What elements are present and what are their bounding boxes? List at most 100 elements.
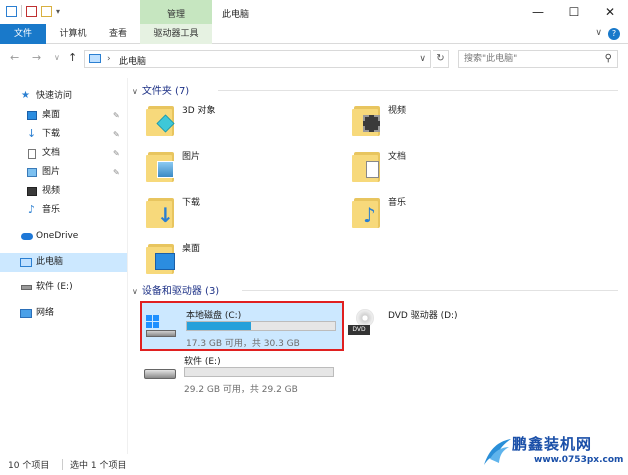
download-icon: ↓ xyxy=(146,196,178,228)
sidebar-item-onedrive[interactable]: OneDrive xyxy=(0,227,127,246)
computer-icon xyxy=(89,54,101,63)
search-input[interactable] xyxy=(459,51,589,67)
ribbon-tabs: 文件 计算机 查看 驱动器工具 ∨ ? xyxy=(0,24,628,44)
group-header-devices[interactable]: ∨ 设备和驱动器 (3) xyxy=(132,282,219,298)
pin-icon[interactable]: ✎ xyxy=(113,125,120,144)
sidebar-item-label: 下载 xyxy=(42,129,61,139)
collapse-ribbon-icon[interactable]: ∨ xyxy=(595,28,602,38)
folder-name: 3D 对象 xyxy=(182,106,216,116)
drive-e[interactable]: 软件 (E:) 29.2 GB 可用，共 29.2 GB xyxy=(140,349,344,399)
search-box[interactable]: ⚲ xyxy=(458,50,618,68)
chevron-down-icon[interactable]: ∨ xyxy=(132,87,138,96)
group-divider xyxy=(218,90,618,91)
tab-file[interactable]: 文件 xyxy=(0,24,46,44)
watermark-logo: 鹏鑫装机网 www.0753px.com xyxy=(482,433,628,473)
folder-desktop[interactable]: 桌面 xyxy=(146,238,326,282)
drive-c[interactable]: 本地磁盘 (C:) 17.3 GB 可用，共 30.3 GB xyxy=(140,301,344,351)
drive-d[interactable]: DVD DVD 驱动器 (D:) xyxy=(344,303,544,353)
bird-logo-icon xyxy=(484,439,511,465)
sidebar-item-downloads[interactable]: ↓ 下载 ✎ xyxy=(0,125,127,144)
star-icon: ★ xyxy=(21,90,30,101)
sidebar-item-label: 图片 xyxy=(42,167,61,177)
address-bar[interactable]: › 此电脑 ∨ xyxy=(84,50,431,68)
new-folder-icon[interactable] xyxy=(41,5,52,17)
drive-usage-bar xyxy=(184,367,334,377)
window-title: 此电脑 xyxy=(222,10,250,20)
drive-name: 本地磁盘 (C:) xyxy=(186,311,242,321)
pin-icon[interactable]: ✎ xyxy=(113,106,120,125)
drive-icon xyxy=(21,285,32,290)
recent-locations-button[interactable]: ∨ xyxy=(54,53,60,62)
sidebar-item-videos[interactable]: 视频 xyxy=(0,182,127,201)
dvd-drive-icon: DVD xyxy=(348,309,380,337)
quick-access-toolbar: ▾ xyxy=(6,5,60,17)
tab-drive-tools[interactable]: 驱动器工具 xyxy=(140,24,212,44)
desktop-icon xyxy=(27,111,37,120)
computer-icon xyxy=(20,258,32,267)
selection-count: 选中 1 个项目 xyxy=(70,461,127,471)
breadcrumb-separator[interactable]: › xyxy=(107,54,111,64)
breadcrumb[interactable]: 此电脑 xyxy=(119,54,146,67)
up-button[interactable]: ↑ xyxy=(68,51,77,64)
sidebar-item-documents[interactable]: 文档 ✎ xyxy=(0,144,127,163)
back-button[interactable]: ← xyxy=(10,51,19,64)
sidebar-item-label: 此电脑 xyxy=(36,257,64,267)
folder-documents[interactable]: 文档 xyxy=(352,146,532,190)
picture-icon xyxy=(27,168,37,177)
drive-icon xyxy=(144,361,176,383)
forward-button[interactable]: → xyxy=(32,51,41,64)
sidebar-item-label: OneDrive xyxy=(36,231,79,241)
sidebar-item-label: 桌面 xyxy=(42,110,61,120)
minimize-button[interactable]: — xyxy=(520,0,556,24)
video-icon xyxy=(27,187,37,196)
pin-icon[interactable]: ✎ xyxy=(113,163,120,182)
address-dropdown-icon[interactable]: ∨ xyxy=(419,54,426,64)
network-icon xyxy=(20,309,32,318)
chevron-down-icon[interactable]: ∨ xyxy=(132,287,138,296)
checkbox-icon[interactable] xyxy=(26,5,37,17)
watermark-brand: 鹏鑫装机网 xyxy=(512,435,593,453)
windows-drive-icon xyxy=(146,315,178,337)
folder-3d-objects[interactable]: 3D 对象 xyxy=(146,100,326,144)
tab-computer[interactable]: 计算机 xyxy=(50,24,96,44)
tab-view[interactable]: 查看 xyxy=(98,24,138,44)
search-icon[interactable]: ⚲ xyxy=(605,53,612,64)
drive-free-space: 29.2 GB 可用，共 29.2 GB xyxy=(184,385,298,395)
sidebar-item-network[interactable]: 网络 xyxy=(0,304,127,323)
customize-toolbar-icon[interactable]: ▾ xyxy=(56,7,60,16)
sidebar-item-label: 音乐 xyxy=(42,205,61,215)
folder-name: 图片 xyxy=(182,152,201,162)
refresh-button[interactable]: ↻ xyxy=(433,50,449,68)
sidebar-item-label: 视频 xyxy=(42,186,61,196)
drive-usage-fill xyxy=(187,322,251,330)
video-icon xyxy=(352,104,384,136)
toolbar-divider xyxy=(21,5,22,17)
drive-name: 软件 (E:) xyxy=(184,357,221,367)
sidebar-item-drive-e[interactable]: 软件 (E:) xyxy=(0,278,127,297)
sidebar-item-music[interactable]: ♪ 音乐 xyxy=(0,201,127,220)
group-header-label: 文件夹 (7) xyxy=(141,86,190,97)
group-header-label: 设备和驱动器 (3) xyxy=(141,286,220,297)
sidebar-item-this-pc[interactable]: 此电脑 xyxy=(0,253,127,272)
folder-pictures[interactable]: 图片 xyxy=(146,146,326,190)
music-icon: ♪ xyxy=(28,203,36,216)
context-tab-label: 管理 xyxy=(166,10,185,20)
cloud-icon xyxy=(21,233,33,240)
group-header-folders[interactable]: ∨ 文件夹 (7) xyxy=(132,82,189,98)
sidebar-item-pictures[interactable]: 图片 ✎ xyxy=(0,163,127,182)
folder-downloads[interactable]: ↓ 下载 xyxy=(146,192,326,236)
folder-name: 视频 xyxy=(388,106,407,116)
pin-icon[interactable]: ✎ xyxy=(113,144,120,163)
drive-free-space: 17.3 GB 可用，共 30.3 GB xyxy=(186,339,300,349)
help-icon[interactable]: ? xyxy=(608,28,620,40)
group-divider xyxy=(242,290,618,291)
status-divider xyxy=(62,459,63,470)
folder-videos[interactable]: 视频 xyxy=(352,100,532,144)
close-button[interactable]: ✕ xyxy=(592,0,628,24)
sidebar-item-label: 网络 xyxy=(36,308,55,318)
folder-music[interactable]: ♪ 音乐 xyxy=(352,192,532,236)
properties-icon[interactable] xyxy=(6,5,17,17)
maximize-button[interactable]: ☐ xyxy=(556,0,592,24)
sidebar-item-quick-access[interactable]: ★ 快速访问 xyxy=(0,87,127,106)
sidebar-item-desktop[interactable]: 桌面 ✎ xyxy=(0,106,127,125)
